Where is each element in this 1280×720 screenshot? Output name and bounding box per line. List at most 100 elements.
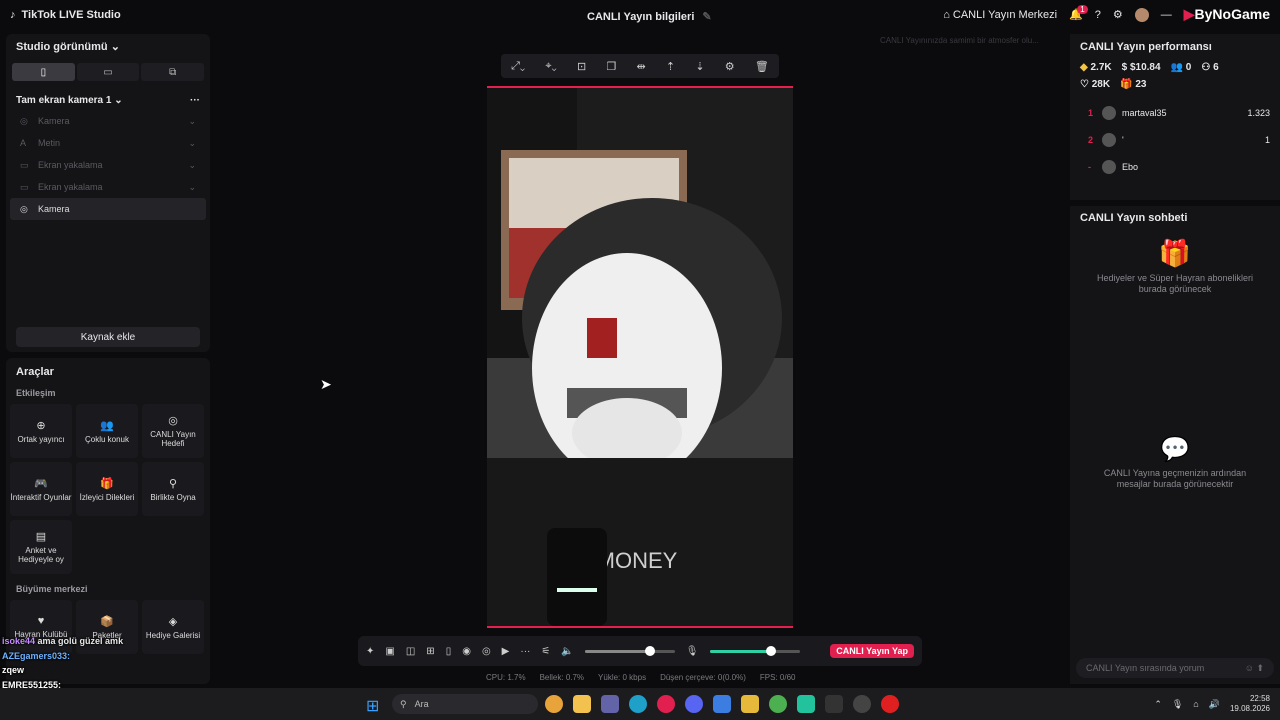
leaderboard-row[interactable]: - Ebo xyxy=(1070,153,1280,180)
tool-tile[interactable]: 👥 Çoklu konuk xyxy=(76,404,138,458)
minimize-button[interactable]: — xyxy=(1161,9,1172,21)
live-info-button[interactable]: CANLI Yayın bilgileri ✎ xyxy=(587,10,712,24)
chrome-alt-icon[interactable] xyxy=(769,695,787,713)
help-icon[interactable]: ? xyxy=(1095,9,1101,21)
source-item[interactable]: ◎ Kamera ⌄ xyxy=(10,110,206,132)
crop-icon[interactable]: ⊡ xyxy=(577,60,586,73)
leaderboard-row[interactable]: 2 ' 1 xyxy=(1070,126,1280,153)
emoji-icon[interactable]: ☺ ⬆ xyxy=(1245,663,1264,674)
performance-title: CANLI Yayın performansı xyxy=(1080,41,1212,53)
bell-icon[interactable]: 🔔 1 xyxy=(1069,5,1088,21)
position-icon[interactable]: ⌖⌄ xyxy=(545,60,556,73)
chevron-down-icon[interactable]: ⌄ xyxy=(188,116,196,127)
tray-chevron-icon[interactable]: ⌃ xyxy=(1154,699,1162,710)
chevron-down-icon[interactable]: ⌄ xyxy=(188,160,196,171)
tiktok-icon: ♪ xyxy=(10,9,16,21)
app-green-icon[interactable] xyxy=(797,695,815,713)
source-item[interactable]: ▭ Ekran yakalama ⌄ xyxy=(10,154,206,176)
add-source-button[interactable]: Kaynak ekle xyxy=(16,327,200,347)
tiktok-app-icon[interactable] xyxy=(825,695,843,713)
growth-label: Büyüme merkezi xyxy=(16,584,88,594)
tool-icon: ◈ xyxy=(168,615,178,628)
monitor-icon: ▭ xyxy=(20,181,29,192)
capture-icon[interactable]: ◫ xyxy=(406,646,415,657)
record-icon[interactable]: ◉ xyxy=(462,646,471,657)
chevron-down-icon[interactable]: ⌄ xyxy=(188,182,196,193)
growth-tile[interactable]: ◈ Hediye Galerisi xyxy=(142,600,204,654)
flip-icon[interactable]: ⇹ xyxy=(636,60,645,73)
live-center-button[interactable]: ⌂ CANLI Yayın Merkezi xyxy=(943,9,1057,21)
more-icon[interactable]: ··· xyxy=(190,95,200,106)
stats-bar: CPU: 1.7% Bellek: 0.7% Yükle: 0 kbps Düş… xyxy=(486,673,795,682)
source-item[interactable]: ◎ Kamera xyxy=(10,198,206,220)
folder-icon[interactable] xyxy=(573,695,591,713)
search-icon: ⚲ xyxy=(400,698,407,709)
go-live-button[interactable]: CANLI Yayın Yap xyxy=(830,644,914,658)
effects-icon[interactable]: ◎ xyxy=(482,646,491,657)
studio-panel: Studio görünümü ⌄ ▯ ▭ ⧉ Tam ekran kamera… xyxy=(6,34,210,352)
mixer-icon[interactable]: ⚟ xyxy=(541,646,550,657)
edge-icon[interactable] xyxy=(629,695,647,713)
tool-tile[interactable]: ◎ CANLI Yayın Hedefi xyxy=(142,404,204,458)
mail-icon[interactable] xyxy=(713,695,731,713)
chat-input[interactable]: CANLI Yayın sırasında yorum ☺ ⬆ xyxy=(1076,658,1274,678)
youtube-icon[interactable] xyxy=(881,695,899,713)
trash-icon[interactable]: 🗑 xyxy=(755,60,769,73)
fit-icon[interactable]: ⤢⌄ xyxy=(511,60,525,73)
taskbar-search[interactable]: ⚲ Ara xyxy=(392,694,538,714)
clock[interactable]: 22:58 19.08.2026 xyxy=(1230,694,1270,714)
copy-icon[interactable]: ❐ xyxy=(606,60,616,73)
chrome-icon[interactable] xyxy=(545,695,563,713)
volume-tray-icon[interactable]: 🔊 xyxy=(1209,699,1220,710)
settings-icon[interactable]: ⚙ xyxy=(725,60,735,73)
control-bar: ✦ ▣ ◫ ⊞ ▯ ◉ ◎ ▶ ··· ⚟ 🔈 🎙 CANLI Yayın Ya… xyxy=(358,636,922,666)
leaderboard-row[interactable]: 1 martaval35 1.323 xyxy=(1070,99,1280,126)
dual-view-button[interactable]: ⧉ xyxy=(141,63,205,81)
add-screen-icon[interactable]: ⊞ xyxy=(426,646,434,657)
opera-icon[interactable] xyxy=(657,695,675,713)
tools-title: Araçlar xyxy=(16,366,54,378)
portrait-view-button[interactable]: ▯ xyxy=(12,63,75,81)
windows-start-icon[interactable]: ⊞ xyxy=(366,696,379,716)
mic-tray-icon[interactable]: 🎙 xyxy=(1172,699,1183,710)
teams-icon[interactable] xyxy=(601,695,619,713)
memory-stat: Bellek: 0.7% xyxy=(539,673,585,682)
tool-tile[interactable]: 🎮 İnteraktif Oyunlar xyxy=(10,462,72,516)
volume-slider[interactable] xyxy=(584,645,675,656)
canvas-hint: CANLI Yayınınızda samimi bir atmosfer ol… xyxy=(880,36,1039,45)
network-icon[interactable]: ⌂ xyxy=(1193,699,1198,709)
source-label: Kamera xyxy=(38,203,70,214)
magic-icon[interactable]: ✦ xyxy=(366,646,374,657)
tool-tile[interactable]: ⊕ Ortak yayıncı xyxy=(10,404,72,458)
obs-icon[interactable] xyxy=(853,695,871,713)
followers-stat: 👥 0 xyxy=(1170,62,1192,73)
title-bar: ♪ TikTok LIVE Studio CANLI Yayın bilgile… xyxy=(0,0,1280,32)
tool-tile[interactable]: 🎁 İzleyici Dilekleri xyxy=(76,462,138,516)
gear-icon[interactable]: ⚙ xyxy=(1113,8,1123,21)
phone-icon[interactable]: ▯ xyxy=(446,646,452,657)
camera-icon: ◎ xyxy=(20,203,28,214)
more-icon[interactable]: ··· xyxy=(520,646,530,657)
layer-down-icon[interactable]: ⇣ xyxy=(695,60,704,73)
tool-tile[interactable]: ⚲ Birlikte Oyna xyxy=(142,462,204,516)
files-icon[interactable] xyxy=(741,695,759,713)
chevron-down-icon[interactable]: ⌄ xyxy=(188,138,196,149)
discord-icon[interactable] xyxy=(685,695,703,713)
earnings-stat: $ $10.84 xyxy=(1121,62,1161,73)
camera-preview[interactable]: MONEY xyxy=(487,86,793,628)
tool-icon: ◎ xyxy=(168,415,178,427)
mic-slider[interactable] xyxy=(709,645,800,656)
layer-up-icon[interactable]: ⇡ xyxy=(666,60,675,73)
source-label: Ekran yakalama xyxy=(38,159,103,170)
studio-view-dropdown[interactable]: Studio görünümü ⌄ xyxy=(6,34,210,59)
tool-tile[interactable]: ▤ Anket ve Hediyeyle oy xyxy=(10,520,72,574)
camera-icon[interactable]: ▶ xyxy=(502,646,510,657)
landscape-view-button[interactable]: ▭ xyxy=(76,63,140,81)
source-item[interactable]: A Metin ⌄ xyxy=(10,132,206,154)
scene-selector[interactable]: Tam ekran kamera 1 ⌄ xyxy=(16,95,123,106)
avatar[interactable] xyxy=(1134,7,1149,22)
overlay-icon[interactable]: ▣ xyxy=(385,646,394,657)
mic-icon[interactable]: 🎙 xyxy=(686,646,699,657)
speaker-icon[interactable]: 🔈 xyxy=(561,646,573,657)
source-item[interactable]: ▭ Ekran yakalama ⌄ xyxy=(10,176,206,198)
